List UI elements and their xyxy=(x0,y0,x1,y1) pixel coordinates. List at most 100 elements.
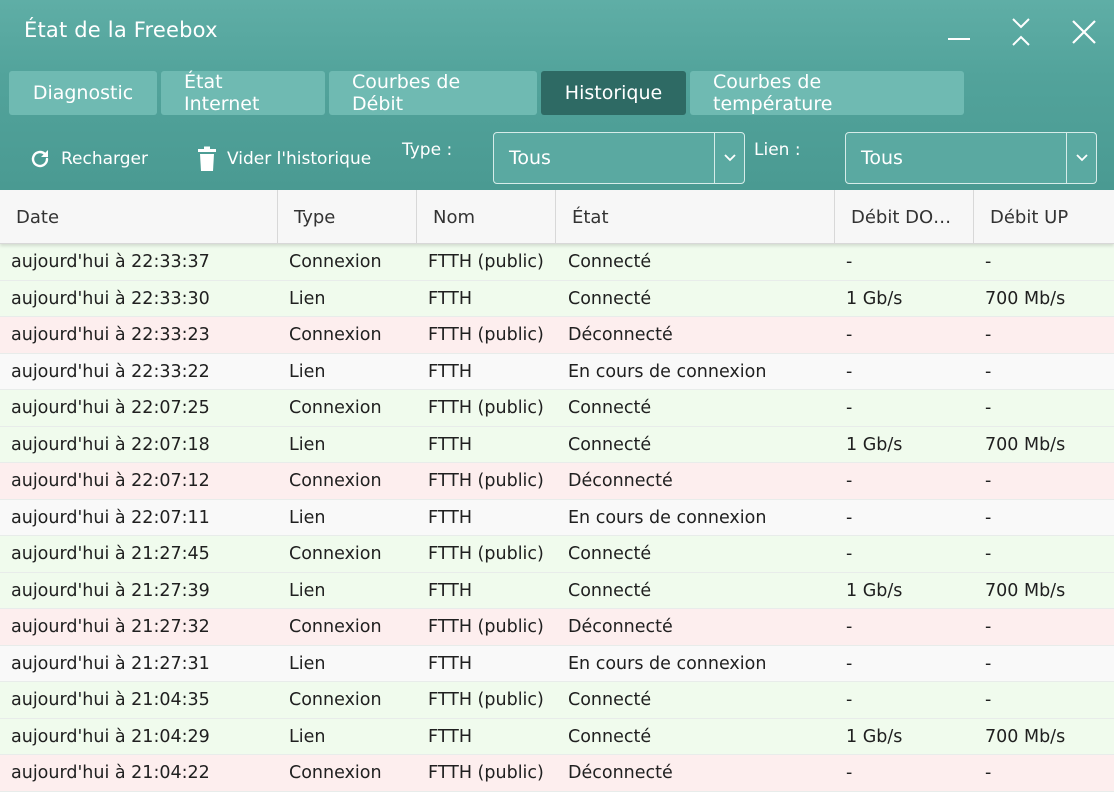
cell-date: aujourd'hui à 21:04:22 xyxy=(11,763,210,783)
column-header-date[interactable]: Date xyxy=(0,190,278,244)
cell-debit-down: 1 Gb/s xyxy=(846,288,903,309)
close-button[interactable] xyxy=(1060,10,1108,54)
cell-nom: FTTH (public) xyxy=(428,690,544,710)
cell-date: aujourd'hui à 22:33:23 xyxy=(11,325,210,345)
cell-type: Lien xyxy=(289,580,326,601)
history-table: Date Type Nom État Débit DO… Débit UP au… xyxy=(0,190,1114,800)
table-row[interactable]: aujourd'hui à 22:33:23 Connexion FTTH (pub… xyxy=(0,317,1114,354)
clear-history-button[interactable]: Vider l'historique xyxy=(196,144,371,174)
cell-debit-down: - xyxy=(846,690,853,710)
minimize-button[interactable] xyxy=(935,10,983,54)
table-row[interactable]: aujourd'hui à 21:04:22 Connexion FTTH (pub… xyxy=(0,755,1114,792)
type-filter-select[interactable]: Tous xyxy=(493,132,745,184)
cell-debit-up: 700 Mb/s xyxy=(985,434,1066,455)
cell-type: Lien xyxy=(289,653,326,674)
cell-type: Connexion xyxy=(289,690,382,710)
cell-etat: En cours de connexion xyxy=(568,653,767,674)
tab-historique[interactable]: Historique xyxy=(541,71,686,115)
cell-type: Connexion xyxy=(289,252,382,272)
cell-nom: FTTH (public) xyxy=(428,617,544,637)
tab-etat-internet[interactable]: État Internet xyxy=(161,71,325,115)
table-row[interactable]: aujourd'hui à 21:27:32 Connexion FTTH (pub… xyxy=(0,609,1114,646)
cell-nom: FTTH xyxy=(428,580,472,601)
cell-type: Lien xyxy=(289,361,326,382)
cell-etat: En cours de connexion xyxy=(568,361,767,382)
cell-debit-down: - xyxy=(846,361,853,382)
lien-filter-value: Tous xyxy=(861,147,903,169)
cell-type: Connexion xyxy=(289,617,382,637)
table-row[interactable]: aujourd'hui à 22:07:18 Lien FTTH Connecté 1 … xyxy=(0,426,1114,463)
cell-etat: Connecté xyxy=(568,580,652,601)
column-header-nom[interactable]: Nom xyxy=(417,190,556,244)
cell-nom: FTTH xyxy=(428,653,472,674)
cell-type: Lien xyxy=(289,434,326,455)
cell-etat: Connecté xyxy=(568,690,652,710)
cell-date: aujourd'hui à 22:33:30 xyxy=(11,288,210,309)
cell-debit-down: - xyxy=(846,617,853,637)
window-header: État de la Freebox Diagnostic État Inter… xyxy=(0,0,1114,190)
cell-type: Connexion xyxy=(289,544,382,564)
table-row[interactable]: aujourd'hui à 21:27:45 Connexion FTTH (pub… xyxy=(0,536,1114,573)
cell-nom: FTTH (public) xyxy=(428,252,544,272)
cell-debit-up: - xyxy=(985,763,992,783)
cell-nom: FTTH (public) xyxy=(428,544,544,564)
cell-etat: Déconnecté xyxy=(568,617,673,637)
cell-debit-down: - xyxy=(846,507,853,528)
cell-debit-up: - xyxy=(985,690,992,710)
table-row[interactable]: aujourd'hui à 21:27:39 Lien FTTH Connecté 1 … xyxy=(0,572,1114,609)
minimize-icon xyxy=(948,38,970,40)
maximize-button[interactable] xyxy=(997,10,1045,54)
cell-debit-up: 700 Mb/s xyxy=(985,580,1066,601)
type-filter-value: Tous xyxy=(509,147,551,169)
cell-debit-up: - xyxy=(985,252,992,272)
cell-date: aujourd'hui à 21:27:31 xyxy=(11,653,210,674)
column-header-debit-down[interactable]: Débit DO… xyxy=(835,190,974,244)
tab-diagnostic[interactable]: Diagnostic xyxy=(9,71,157,115)
table-row[interactable]: aujourd'hui à 22:07:12 Connexion FTTH (pub… xyxy=(0,463,1114,500)
cell-nom: FTTH xyxy=(428,288,472,309)
cell-debit-up: - xyxy=(985,653,992,674)
table-row[interactable]: aujourd'hui à 22:07:11 Lien FTTH En cours d… xyxy=(0,499,1114,536)
cell-debit-up: - xyxy=(985,617,992,637)
cell-date: aujourd'hui à 22:33:37 xyxy=(11,252,210,272)
cell-date: aujourd'hui à 22:07:11 xyxy=(11,507,210,528)
cell-debit-up: - xyxy=(985,361,992,382)
table-row[interactable]: aujourd'hui à 21:04:29 Lien FTTH Connecté 1 … xyxy=(0,718,1114,755)
cell-type: Lien xyxy=(289,507,326,528)
chevron-down-icon xyxy=(1066,133,1096,183)
cell-nom: FTTH xyxy=(428,434,472,455)
cell-date: aujourd'hui à 21:04:35 xyxy=(11,690,210,710)
table-header: Date Type Nom État Débit DO… Débit UP xyxy=(0,190,1114,244)
close-icon xyxy=(1072,20,1096,44)
tab-courbes-temperature[interactable]: Courbes de température xyxy=(690,71,964,115)
cell-debit-up: - xyxy=(985,471,992,491)
cell-type: Connexion xyxy=(289,398,382,418)
cell-debit-down: 1 Gb/s xyxy=(846,726,903,747)
cell-nom: FTTH (public) xyxy=(428,325,544,345)
toolbar: Recharger Vider l'historique Type : Tous… xyxy=(0,130,1114,186)
column-header-debit-up[interactable]: Débit UP xyxy=(974,190,1114,244)
table-row[interactable]: aujourd'hui à 21:27:31 Lien FTTH En cours d… xyxy=(0,645,1114,682)
lien-filter-select[interactable]: Tous xyxy=(845,132,1097,184)
cell-debit-down: 1 Gb/s xyxy=(846,580,903,601)
column-header-etat[interactable]: État xyxy=(556,190,835,244)
cell-debit-up: 700 Mb/s xyxy=(985,726,1066,747)
cell-date: aujourd'hui à 21:27:32 xyxy=(11,617,210,637)
cell-date: aujourd'hui à 21:27:45 xyxy=(11,544,210,564)
table-row[interactable]: aujourd'hui à 22:33:22 Lien FTTH En cours d… xyxy=(0,353,1114,390)
cell-type: Connexion xyxy=(289,325,382,345)
cell-etat: Connecté xyxy=(568,288,652,309)
cell-debit-up: - xyxy=(985,544,992,564)
tab-courbes-debit[interactable]: Courbes de Débit xyxy=(329,71,537,115)
reload-label: Recharger xyxy=(61,149,148,169)
table-row[interactable]: aujourd'hui à 22:33:37 Connexion FTTH (pub… xyxy=(0,244,1114,281)
lien-filter-label: Lien : xyxy=(754,140,801,160)
cell-type: Connexion xyxy=(289,471,382,491)
reload-button[interactable]: Recharger xyxy=(28,144,148,174)
cell-date: aujourd'hui à 21:27:39 xyxy=(11,580,210,601)
table-row[interactable]: aujourd'hui à 22:07:25 Connexion FTTH (pub… xyxy=(0,390,1114,427)
column-header-type[interactable]: Type xyxy=(278,190,417,244)
table-row[interactable]: aujourd'hui à 21:04:35 Connexion FTTH (pub… xyxy=(0,682,1114,719)
table-row[interactable]: aujourd'hui à 22:33:30 Lien FTTH Connecté 1 … xyxy=(0,280,1114,317)
cell-etat: Déconnecté xyxy=(568,325,673,345)
